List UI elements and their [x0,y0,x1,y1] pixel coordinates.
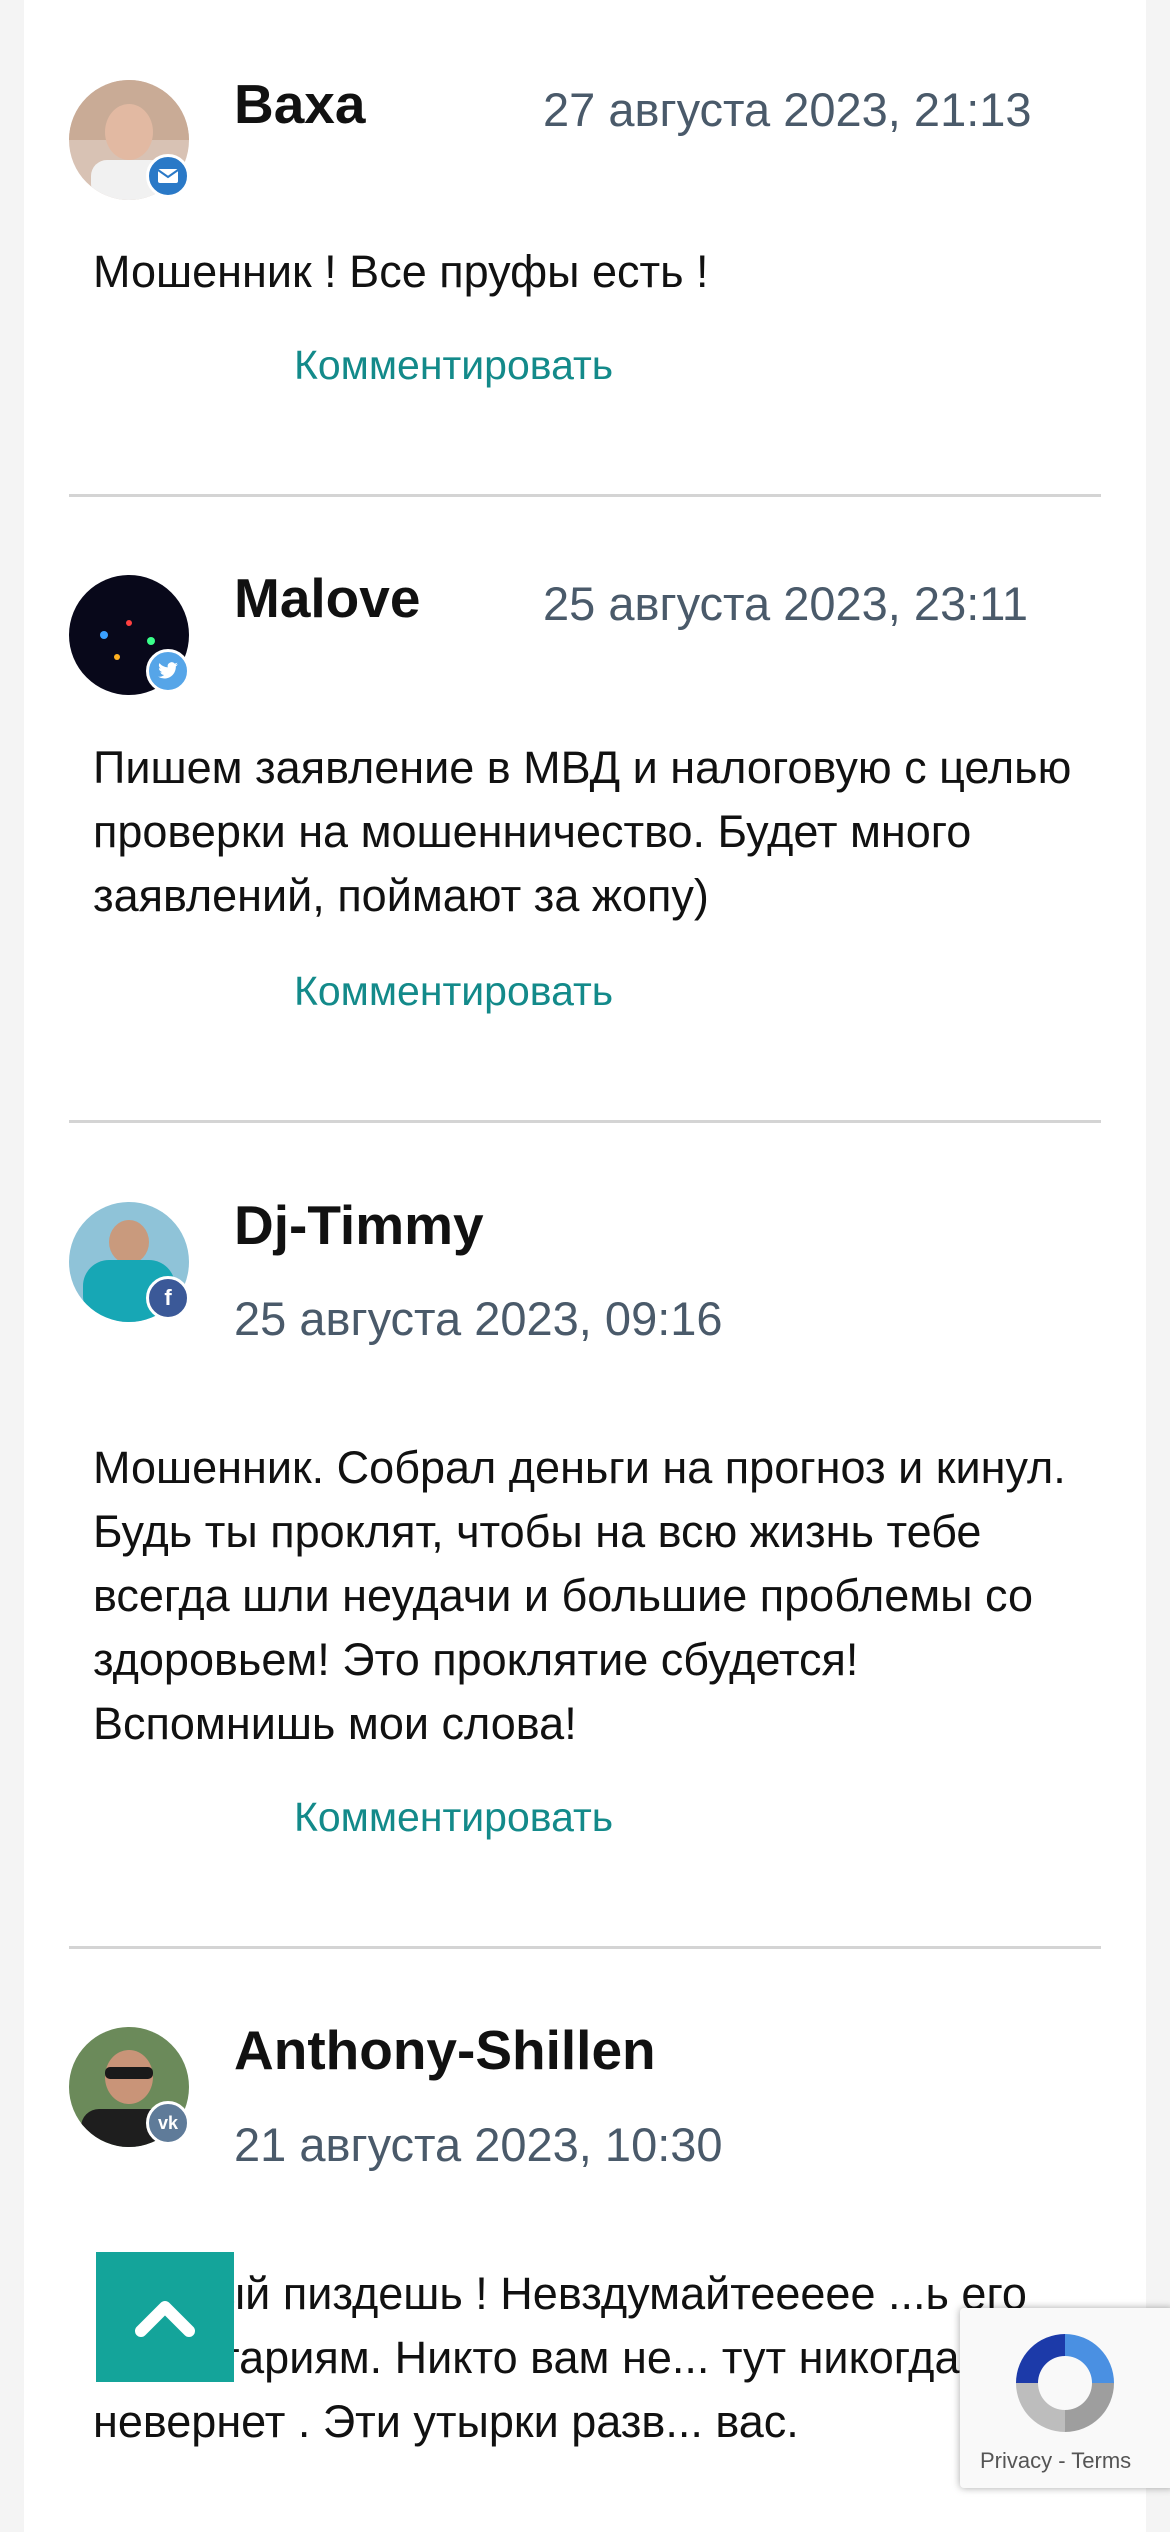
avatar[interactable]: f [69,1202,190,1322]
vk-icon: vk [146,2101,190,2145]
comment-date: 25 августа 2023, 23:11 [543,577,1029,630]
comment-reply-link[interactable]: Комментировать [294,1794,613,1841]
recaptcha-badge[interactable]: Privacy - Terms [960,2308,1170,2488]
divider [69,494,1101,497]
avatar[interactable] [69,80,190,200]
comment-author[interactable]: Ваха [234,72,365,136]
privacy-link[interactable]: Privacy [980,2448,1052,2473]
twitter-icon [146,649,190,693]
scroll-to-top-button[interactable] [96,2252,234,2382]
comment-text: Мошенник. Собрал деньги на прогноз и кин… [93,1442,1066,1749]
terms-link[interactable]: Terms [1071,2448,1131,2473]
comment-date: 27 августа 2023, 21:13 [543,83,1032,136]
comment-text: Мошенник ! Все пруфы есть ! [93,246,709,297]
recaptcha-icon [1016,2334,1114,2432]
comment-text: ...лимый пиздешь ! Невздумайтеееее ...ь … [93,2268,1027,2447]
comment-author[interactable]: Anthony-Shillen [234,2018,656,2082]
divider [69,1946,1101,1949]
comments-page: Ваха 27 августа 2023, 21:13 Мошенник ! В… [24,0,1146,2532]
facebook-icon: f [146,1276,190,1320]
recaptcha-links: Privacy - Terms [980,2448,1131,2474]
separator: - [1058,2448,1066,2473]
avatar[interactable] [69,575,190,695]
chevron-up-icon [135,2301,195,2337]
comment-reply-link[interactable]: Комментировать [294,342,613,389]
divider [69,1120,1101,1123]
comment-author[interactable]: Malove [234,566,420,630]
comment-text: Пишем заявление в МВД и налоговую с цель… [93,742,1072,921]
avatar[interactable]: vk [69,2027,190,2147]
comment-reply-link[interactable]: Комментировать [294,968,613,1015]
comment-author[interactable]: Dj-Timmy [234,1193,484,1257]
comment-date: 25 августа 2023, 09:16 [234,1292,723,1345]
mail-icon [146,154,190,198]
comment-date: 21 августа 2023, 10:30 [234,2118,723,2171]
